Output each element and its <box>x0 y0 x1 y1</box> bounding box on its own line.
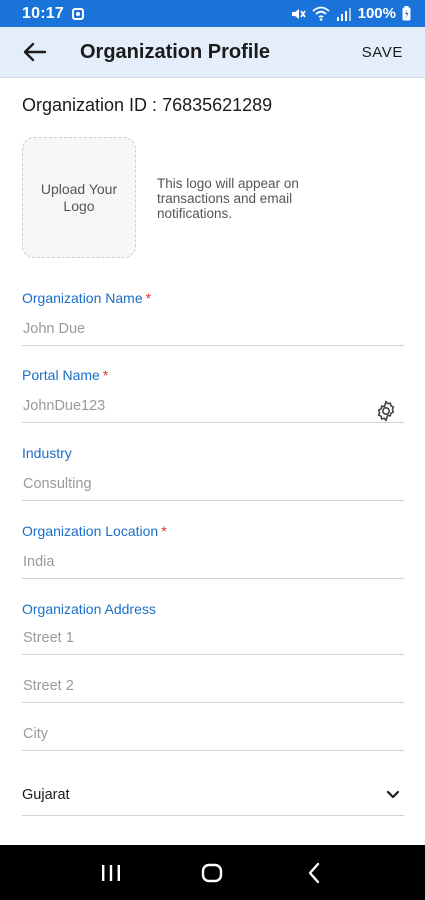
back-button[interactable] <box>10 27 60 78</box>
required-marker: * <box>161 523 167 539</box>
page-title: Organization Profile <box>80 40 271 63</box>
address-label: Organization Address <box>22 601 156 617</box>
org-name-input[interactable] <box>22 312 404 346</box>
battery-icon <box>402 6 411 21</box>
recent-apps-button[interactable] <box>86 853 136 893</box>
battery-percent: 100% <box>357 5 396 22</box>
logo-hint: This logo will appear on transactions an… <box>157 176 299 221</box>
location-input[interactable] <box>22 545 404 579</box>
industry-label: Industry <box>22 445 72 461</box>
save-button[interactable]: SAVE <box>362 44 403 61</box>
app-bar: Organization Profile SAVE <box>0 27 425 78</box>
home-icon <box>202 863 223 882</box>
system-nav-bar <box>0 845 425 900</box>
street1-input[interactable] <box>22 621 404 655</box>
portal-name-field: Portal Name * <box>22 367 404 423</box>
street2-input[interactable] <box>22 669 404 703</box>
notification-icon <box>71 7 84 20</box>
mute-icon <box>291 8 306 19</box>
address-field: Organization Address <box>22 601 404 617</box>
location-label: Organization Location * <box>22 523 167 539</box>
location-field: Organization Location * <box>22 523 404 579</box>
status-indicators: 100% <box>290 5 411 22</box>
home-button[interactable] <box>187 853 237 893</box>
industry-input[interactable] <box>22 467 404 501</box>
org-name-field: Organization Name * <box>22 290 404 346</box>
arrow-left-icon <box>23 42 47 62</box>
state-select[interactable]: Gujarat <box>22 774 404 816</box>
city-input[interactable] <box>22 717 404 751</box>
signal-icon <box>336 7 351 21</box>
back-chevron-icon <box>308 862 320 883</box>
organization-id: Organization ID : 76835621289 <box>22 95 273 115</box>
industry-field: Industry <box>22 445 404 501</box>
required-marker: * <box>145 290 152 306</box>
status-bar: 10:17 100% <box>0 0 425 27</box>
required-marker: * <box>102 367 109 383</box>
status-time: 10:17 <box>22 4 64 22</box>
gear-icon[interactable] <box>374 399 398 423</box>
state-value: Gujarat <box>22 786 70 803</box>
chevron-down-icon <box>386 790 400 798</box>
portal-name-label: Portal Name * <box>22 367 109 383</box>
wifi-icon <box>312 6 330 21</box>
portal-name-input[interactable] <box>22 389 404 423</box>
upload-logo-button[interactable]: Upload Your Logo <box>22 137 136 258</box>
system-back-button[interactable] <box>289 853 339 893</box>
org-name-label: Organization Name * <box>22 290 152 306</box>
recent-apps-icon <box>101 864 120 881</box>
upload-logo-label: Upload Your Logo <box>40 180 118 214</box>
